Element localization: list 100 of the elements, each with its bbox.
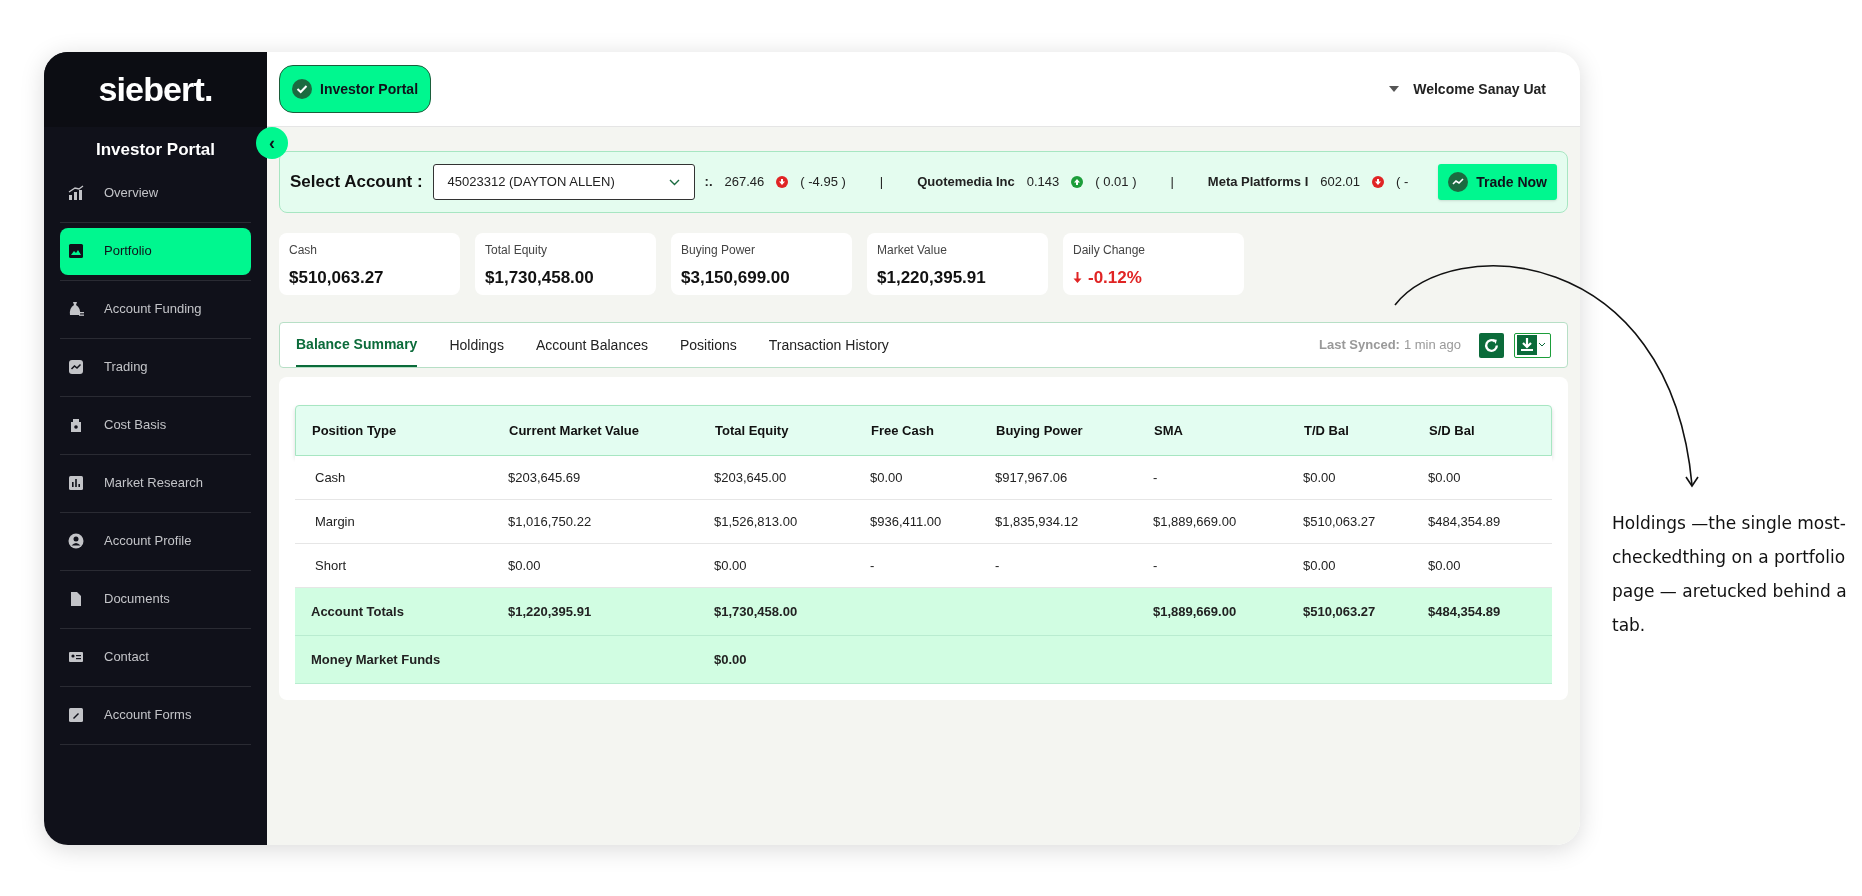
table-cell-text: Money Market Funds [311,650,441,669]
table-cell-text: $936,411.00 [870,512,942,531]
separator: | [878,173,885,192]
ticker-price: 267.46 [724,173,765,192]
bar-chart-icon [68,185,84,201]
ticker-change: ( -4.95 ) [800,173,846,192]
tab[interactable]: Balance Summary [296,323,418,367]
user-icon [68,533,84,549]
sync-time: 1 min ago [1403,336,1461,355]
sidebar-item[interactable]: Trading [60,343,251,391]
table-cell-text: $0.00 [1303,468,1336,487]
sidebar-item[interactable]: Cost Basis [60,401,251,449]
sidebar-item[interactable]: Account Profile [60,517,251,565]
column-header: SMA [1153,421,1184,440]
sidebar-item[interactable]: Market Research [60,459,251,507]
table-cell-text: $510,063.27 [1303,512,1376,531]
table-cell-text: $1,835,934.12 [995,512,1079,531]
table-cell-text: $1,730,458.00 [714,602,798,621]
sidebar-title: Investor Portal [95,139,215,161]
table-cell-text: $510,063.27 [1303,602,1376,621]
bar-chart-icon [68,475,84,491]
sidebar-item[interactable]: Contact [60,633,251,681]
document-icon [68,591,84,607]
down-arrow-icon [776,176,789,188]
portal-button[interactable]: Investor Portal [279,65,432,113]
table-cell-text: Cash [315,468,346,487]
table-cell-text: $1,016,750.22 [508,512,592,531]
table-cell-text: $1,889,669.00 [1153,512,1237,531]
sync-label: Last Synced: [1319,336,1400,355]
column-header: Free Cash [870,421,935,440]
stat-label: Daily Change [1073,242,1147,259]
chevron-down-icon [668,178,680,186]
refresh-icon [1483,336,1500,354]
tab[interactable]: Account Balances [535,323,648,367]
table-cell-text: $917,967.06 [995,468,1068,487]
trend-icon [68,359,84,375]
tab[interactable]: Transaction History [768,323,889,367]
separator: | [1169,173,1175,192]
stat-label: Total Equity [485,242,549,259]
stat-value: $1,220,395.91 [877,267,986,289]
table-cell-text: Margin [315,512,355,531]
contact-card-icon [68,649,84,665]
table-cell-text: $0.00 [714,556,747,575]
down-arrow-icon [1372,176,1385,188]
table-cell-text: $1,220,395.91 [508,602,592,621]
column-header: Buying Power [995,421,1084,440]
annotation-note: Holdings —the single most-checkedthing on a portfolio page — aretucked behind a tab. [1612,512,1848,637]
column-header: Position Type [311,421,398,440]
up-arrow-icon [1071,176,1084,188]
sidebar-item[interactable]: Account Funding [60,285,251,333]
ticker-name: Quotemedia Inc [917,173,1015,192]
ticker-name: :. [704,173,713,192]
ticker-price: 0.143 [1026,173,1060,192]
caret-down-icon [1389,86,1400,92]
stat-label: Buying Power [681,242,757,259]
account-label: Select Account : [290,171,423,194]
sidebar-item[interactable]: Portfolio [60,227,251,275]
ticker-price: 602.01 [1320,173,1361,192]
table-cell-text: - [995,556,1000,575]
table-cell-text: $203,645.69 [508,468,581,487]
logo: siebert. [98,69,213,110]
table-cell-text: $0.00 [1428,556,1461,575]
sidebar-item[interactable]: Documents [60,575,251,623]
pencil-icon [68,707,84,723]
table-cell-text: $484,354.89 [1428,512,1501,531]
table-cell-text: $484,354.89 [1428,602,1501,621]
column-header: S/D Bal [1428,421,1476,440]
download-button[interactable] [1514,332,1551,358]
ticker-change: ( 0.01 ) [1095,173,1137,192]
table-cell-text: $0.00 [1303,556,1336,575]
sidebar-item[interactable]: Overview [60,169,251,217]
table-cell-text: - [870,556,875,575]
sidebar-item[interactable]: Account Forms [60,691,251,739]
table-cell-text: $1,526,813.00 [714,512,798,531]
tab[interactable]: Positions [679,323,737,367]
column-header: Total Equity [714,421,790,440]
user-menu[interactable]: Welcome Sanay Uat [1389,78,1568,100]
image-icon [68,243,84,259]
table-cell-text: $203,645.00 [714,468,787,487]
account-select[interactable]: 45023312 (DAYTON ALLEN) [432,164,695,200]
table-cell-text: - [1153,468,1158,487]
chevron-down-icon [1538,342,1546,348]
ticker-name: Meta Platforms I [1207,173,1309,192]
stat-value: -0.12% [1088,267,1142,289]
stat-label: Market Value [877,242,948,259]
stat-label: Cash [289,242,318,259]
column-header: T/D Bal [1303,421,1350,440]
check-circle-icon [292,79,312,99]
refresh-button[interactable] [1479,332,1504,358]
trade-now-button[interactable]: Trade Now [1438,164,1557,200]
money-bag-icon [68,301,84,317]
stat-value: $1,730,458.00 [485,267,594,289]
tab[interactable]: Holdings [449,323,504,367]
stat-value: $510,063.27 [289,267,384,289]
table-cell-text: $0.00 [870,468,903,487]
table-cell-text: $1,889,669.00 [1153,602,1237,621]
trend-icon [1448,172,1469,192]
ticker-change: ( - [1396,173,1409,192]
table-cell-text: $0.00 [508,556,541,575]
down-arrow-icon [1073,272,1082,284]
